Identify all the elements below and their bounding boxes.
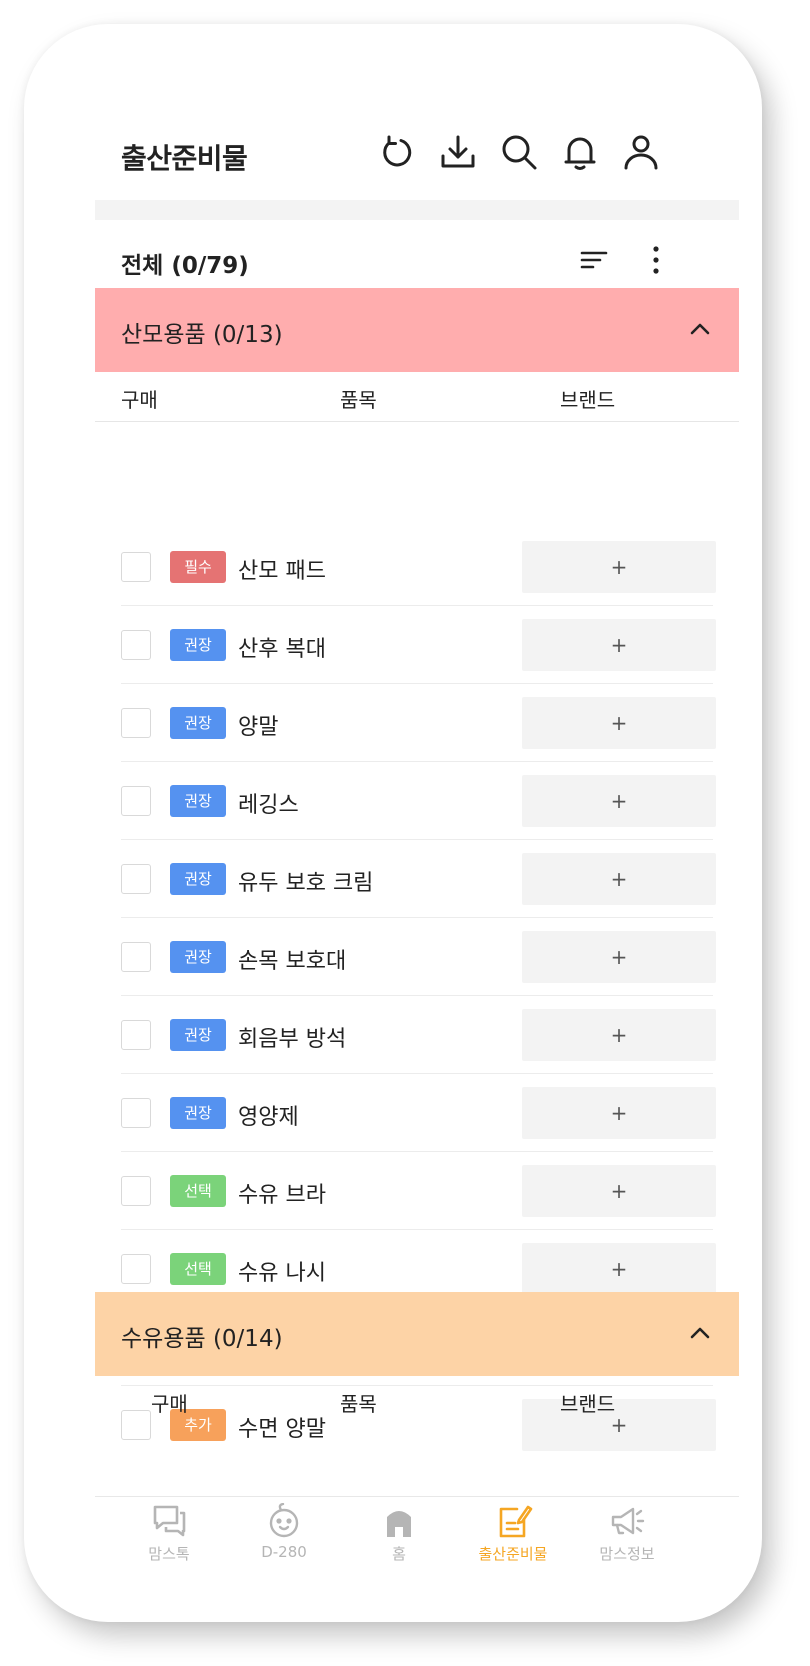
- column-header-purchase: 구매: [151, 1392, 188, 1416]
- item-name: 영양제: [238, 1105, 299, 1130]
- refresh-icon[interactable]: [375, 130, 419, 174]
- priority-badge: 권장: [170, 707, 226, 739]
- home-icon: [387, 1511, 411, 1537]
- nav-label: 출산준비물: [478, 1545, 548, 1563]
- item-name: 손목 보호대: [238, 949, 347, 974]
- add-brand-button[interactable]: +: [522, 619, 716, 671]
- app-screen: 출산준비물 전체 (0/79) 산모용품 (0/13) 구매 품목 브랜드 필수…: [95, 110, 739, 1570]
- priority-badge: 권장: [170, 785, 226, 817]
- add-brand-button[interactable]: +: [522, 1165, 716, 1217]
- item-name: 양말: [238, 715, 279, 740]
- purchase-checkbox[interactable]: [121, 942, 151, 972]
- add-brand-button[interactable]: +: [522, 853, 716, 905]
- megaphone-icon: [611, 1507, 645, 1535]
- item-name: 레깅스: [238, 793, 299, 818]
- item-name: 회음부 방석: [238, 1027, 347, 1052]
- add-brand-button[interactable]: +: [522, 931, 716, 983]
- list-item: 권장 유두 보호 크림 +: [95, 840, 739, 918]
- column-header-item: 품목: [340, 388, 377, 412]
- nav-label: 맘스정보: [599, 1545, 655, 1563]
- nav-label: 홈: [392, 1545, 406, 1563]
- purchase-checkbox[interactable]: [121, 552, 151, 582]
- total-count-label: 전체 (0/79): [121, 253, 249, 279]
- column-header-item: 품목: [340, 1392, 377, 1416]
- item-name: 산후 복대: [238, 637, 326, 662]
- add-brand-button[interactable]: +: [522, 1243, 716, 1295]
- purchase-checkbox[interactable]: [121, 1176, 151, 1206]
- category-header-nursing[interactable]: 수유용품 (0/14): [95, 1292, 739, 1376]
- purchase-checkbox[interactable]: [121, 864, 151, 894]
- phone-frame: 출산준비물 전체 (0/79) 산모용품 (0/13) 구매 품목 브랜드 필수…: [24, 24, 762, 1622]
- chevron-up-icon[interactable]: [685, 314, 715, 344]
- list-item: 권장 손목 보호대 +: [95, 918, 739, 996]
- section-divider: [95, 200, 739, 220]
- category-header-maternity[interactable]: 산모용품 (0/13): [95, 288, 739, 372]
- list-item: 필수 산모 패드 +: [95, 528, 739, 606]
- list-item: 권장 회음부 방석 +: [95, 996, 739, 1074]
- nav-item-home[interactable]: 홈: [339, 1503, 459, 1564]
- chat-icon: [153, 1505, 186, 1537]
- bottom-navigation: 맘스톡 D-280 홈 출산준비물 맘스정보: [95, 1496, 739, 1570]
- page-title: 출산준비물: [121, 142, 248, 175]
- purchase-checkbox[interactable]: [121, 1020, 151, 1050]
- column-headers: 구매 품목 브랜드: [95, 1376, 739, 1426]
- priority-badge: 권장: [170, 1097, 226, 1129]
- priority-badge: 권장: [170, 863, 226, 895]
- item-name: 유두 보호 크림: [238, 871, 374, 896]
- list-item: 권장 양말 +: [95, 684, 739, 762]
- search-icon[interactable]: [497, 130, 541, 174]
- checklist-icon: [499, 1505, 533, 1538]
- column-header-brand: 브랜드: [560, 388, 616, 412]
- column-headers: 구매 품목 브랜드: [95, 372, 739, 422]
- item-name: 수유 나시: [238, 1261, 326, 1286]
- priority-badge: 선택: [170, 1253, 226, 1285]
- purchase-checkbox[interactable]: [121, 786, 151, 816]
- bell-icon[interactable]: [558, 130, 602, 174]
- nav-item-dday[interactable]: D-280: [224, 1503, 344, 1561]
- download-icon[interactable]: [436, 130, 480, 174]
- item-name: 산모 패드: [238, 559, 326, 584]
- add-brand-button[interactable]: +: [522, 1087, 716, 1139]
- column-header-purchase: 구매: [121, 388, 158, 412]
- purchase-checkbox[interactable]: [121, 1254, 151, 1284]
- app-header: 출산준비물: [95, 110, 739, 200]
- nav-label: 맘스톡: [148, 1545, 190, 1563]
- chevron-up-icon[interactable]: [685, 1318, 715, 1348]
- nav-label: D-280: [261, 1543, 307, 1561]
- category-label: 산모용품 (0/13): [121, 322, 283, 348]
- more-options-icon[interactable]: [636, 240, 676, 280]
- purchase-checkbox[interactable]: [121, 1098, 151, 1128]
- list-item: 선택 수유 브라 +: [95, 1152, 739, 1230]
- list-item: 권장 산후 복대 +: [95, 606, 739, 684]
- purchase-checkbox[interactable]: [121, 630, 151, 660]
- list-item: 권장 레깅스 +: [95, 762, 739, 840]
- sort-icon[interactable]: [574, 240, 614, 280]
- add-brand-button[interactable]: +: [522, 541, 716, 593]
- nav-item-checklist[interactable]: 출산준비물: [453, 1503, 573, 1564]
- priority-badge: 필수: [170, 551, 226, 583]
- purchase-checkbox[interactable]: [121, 708, 151, 738]
- column-header-brand: 브랜드: [560, 1392, 616, 1416]
- nav-item-momstalk[interactable]: 맘스톡: [109, 1503, 229, 1564]
- priority-badge: 선택: [170, 1175, 226, 1207]
- priority-badge: 권장: [170, 1019, 226, 1051]
- add-brand-button[interactable]: +: [522, 1009, 716, 1061]
- add-brand-button[interactable]: +: [522, 697, 716, 749]
- add-brand-button[interactable]: +: [522, 775, 716, 827]
- nav-item-info[interactable]: 맘스정보: [567, 1503, 687, 1564]
- priority-badge: 권장: [170, 941, 226, 973]
- item-name: 수유 브라: [238, 1183, 326, 1208]
- baby-icon: [269, 1503, 299, 1538]
- list-item: 권장 영양제 +: [95, 1074, 739, 1152]
- category-label: 수유용품 (0/14): [121, 1326, 283, 1352]
- profile-icon[interactable]: [619, 130, 663, 174]
- priority-badge: 권장: [170, 629, 226, 661]
